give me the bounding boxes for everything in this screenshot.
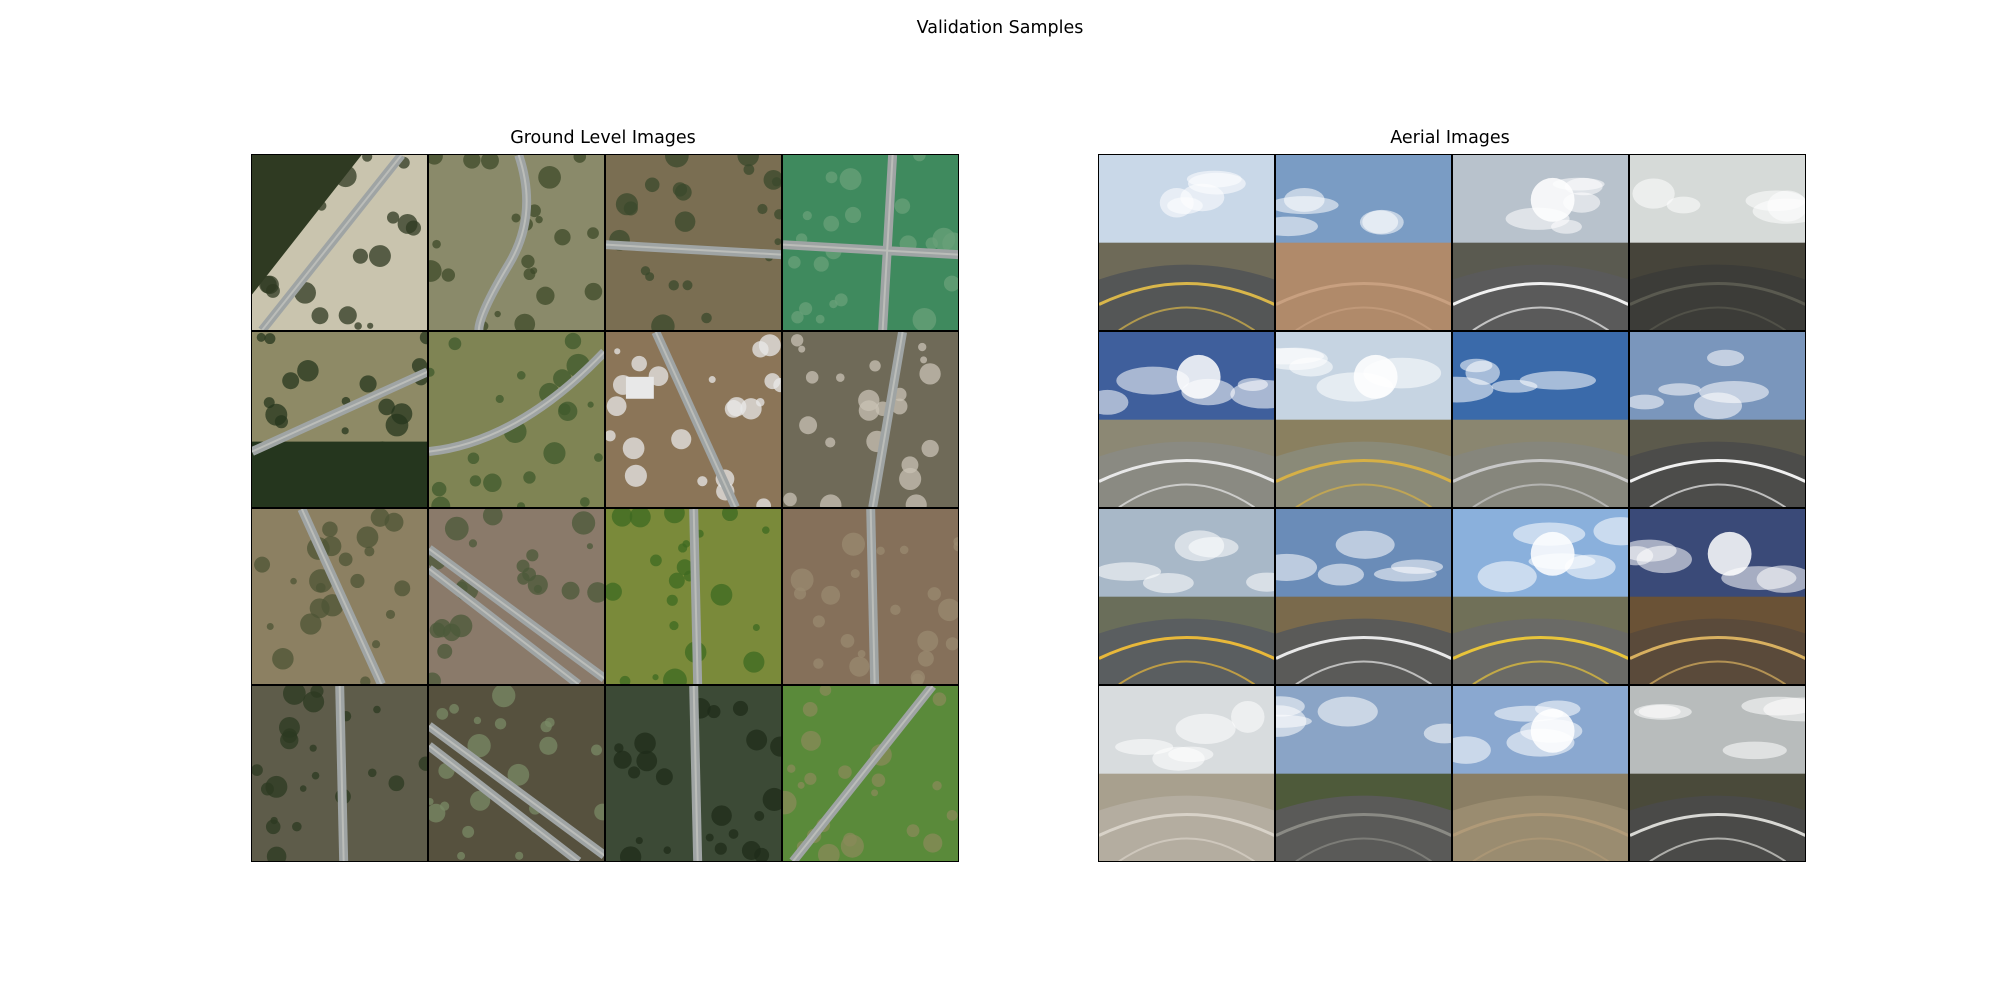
aerial-thumbnail [782,508,958,685]
aerial-image-tile [1099,331,1275,508]
aerial-image-tile [1275,685,1452,861]
aerial-image-tile [1629,685,1805,861]
aerial-image-tile [1452,155,1629,331]
aerial-image-tile [1629,155,1805,331]
aerial-image-tile [1275,331,1452,508]
aerial-thumbnail [782,331,958,508]
ground-level-image-tile [605,685,782,861]
panorama-thumbnail [1275,331,1452,508]
ground-level-image-tile [252,331,428,508]
aerial-image-tile [1099,685,1275,861]
panorama-thumbnail [1629,508,1805,685]
panorama-thumbnail [1629,331,1805,508]
ground-level-image-tile [252,508,428,685]
ground-level-image-tile [782,685,958,861]
ground-level-image-tile [605,331,782,508]
aerial-image-tile [1452,331,1629,508]
ground-level-image-tile [782,508,958,685]
panorama-thumbnail [1452,331,1629,508]
aerial-thumbnail [252,155,428,331]
panorama-thumbnail [1099,331,1275,508]
aerial-thumbnail [252,508,428,685]
ground-level-image-tile [782,155,958,331]
ground-level-image-tile [782,331,958,508]
panorama-thumbnail [1629,155,1805,331]
aerial-thumbnail [428,508,605,685]
ground-level-image-tile [252,155,428,331]
right-panel-title: Aerial Images [1390,128,1510,148]
panorama-thumbnail [1099,508,1275,685]
figure-suptitle: Validation Samples [916,18,1084,38]
panorama-thumbnail [1275,155,1452,331]
panorama-thumbnail [1452,508,1629,685]
aerial-thumbnail [605,508,782,685]
panorama-thumbnail [1275,685,1452,861]
ground-level-image-tile [605,508,782,685]
aerial-image-tile [1452,685,1629,861]
panorama-thumbnail [1452,155,1629,331]
panorama-thumbnail [1099,685,1275,861]
ground-level-image-tile [252,685,428,861]
ground-level-image-tile [428,331,605,508]
aerial-thumbnail [252,685,428,861]
aerial-thumbnail [252,331,428,508]
aerial-image-tile [1099,508,1275,685]
ground-level-image-tile [428,155,605,331]
aerial-thumbnail [605,331,782,508]
aerial-thumbnail [782,685,958,861]
aerial-image-tile [1275,155,1452,331]
aerial-image-grid [1098,154,1806,862]
panorama-thumbnail [1629,685,1805,861]
panorama-thumbnail [1099,155,1275,331]
aerial-image-tile [1629,331,1805,508]
aerial-thumbnail [428,685,605,861]
aerial-thumbnail [782,155,958,331]
aerial-image-tile [1452,508,1629,685]
aerial-image-tile [1275,508,1452,685]
ground-level-image-tile [605,155,782,331]
left-panel-title: Ground Level Images [510,128,696,148]
panorama-thumbnail [1275,508,1452,685]
aerial-image-tile [1629,508,1805,685]
ground-level-image-tile [428,508,605,685]
aerial-thumbnail [428,155,605,331]
aerial-thumbnail [605,685,782,861]
aerial-thumbnail [428,331,605,508]
aerial-image-tile [1099,155,1275,331]
ground-level-image-grid [251,154,959,862]
aerial-thumbnail [605,155,782,331]
ground-level-image-tile [428,685,605,861]
panorama-thumbnail [1452,685,1629,861]
